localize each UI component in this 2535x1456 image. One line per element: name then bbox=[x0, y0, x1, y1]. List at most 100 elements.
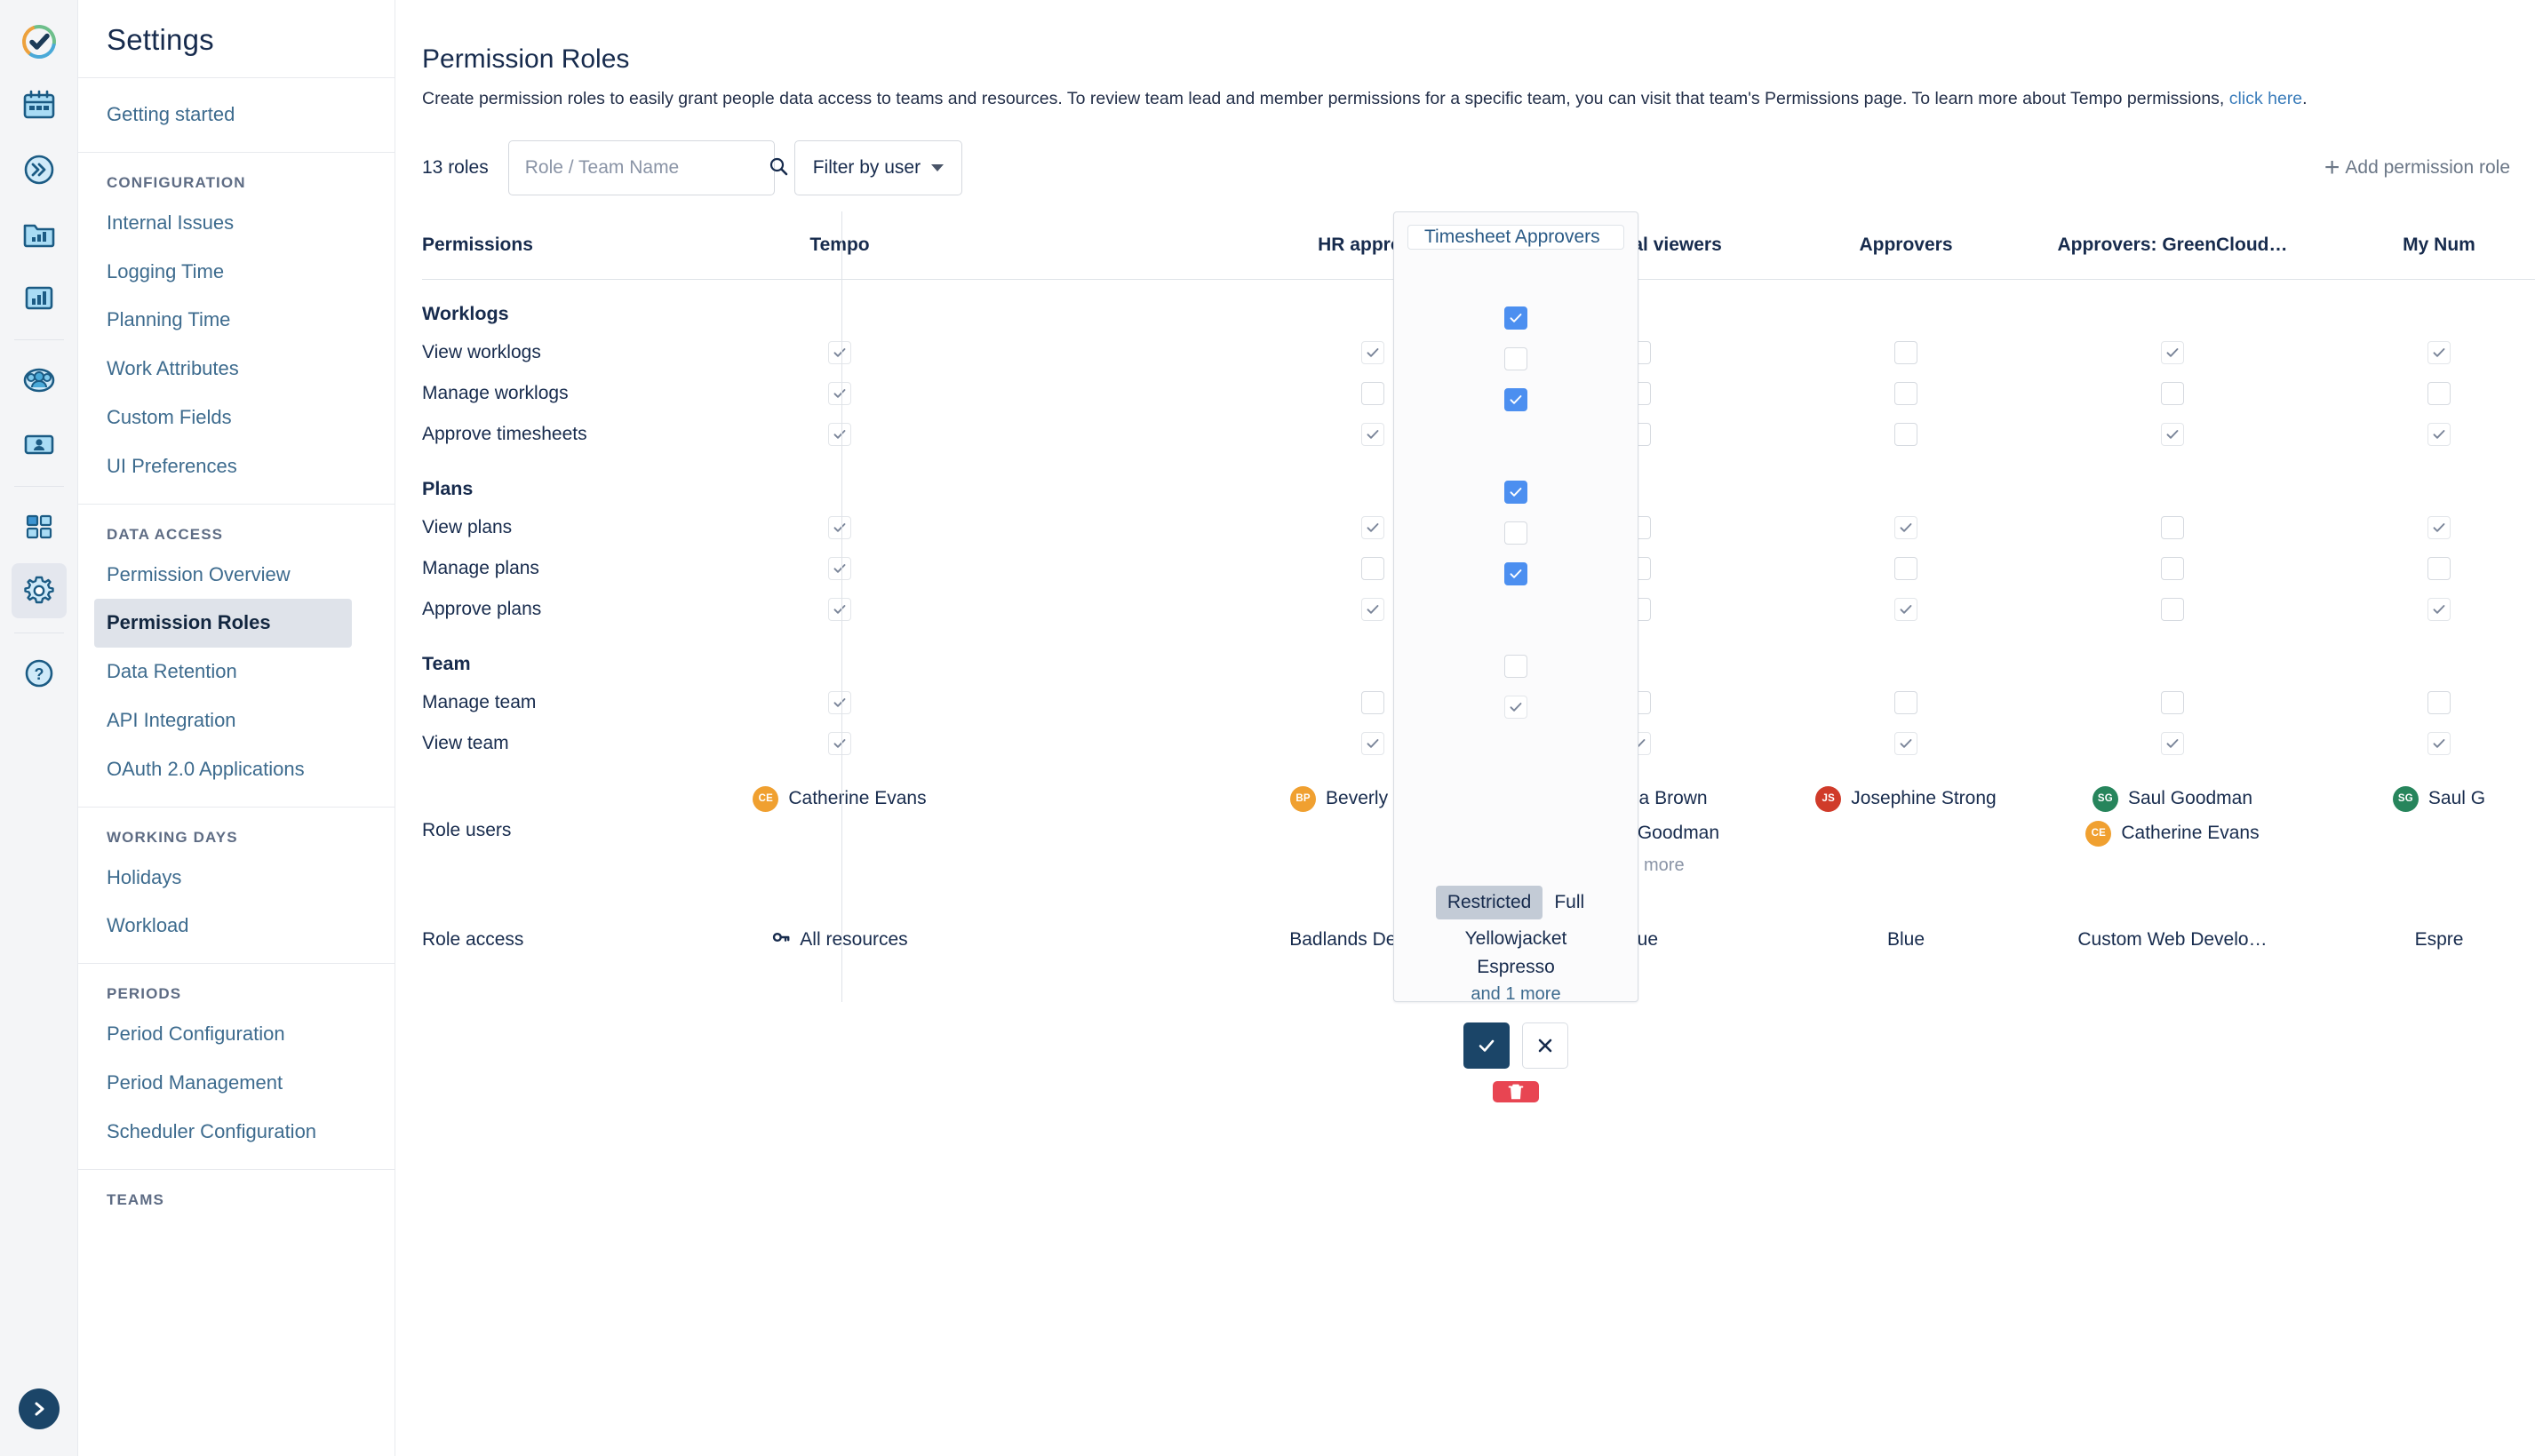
permission-cell bbox=[1773, 732, 2039, 755]
sidebar-item-getting-started[interactable]: Getting started bbox=[78, 85, 395, 139]
add-permission-role-button[interactable]: + Add permission role bbox=[2324, 140, 2510, 195]
checkbox-checked bbox=[2427, 732, 2451, 755]
check-icon bbox=[832, 601, 848, 617]
sidebar-item-permission-roles[interactable]: Permission Roles bbox=[94, 599, 352, 648]
search-icon bbox=[768, 155, 789, 181]
list-item: CECatherine Evans bbox=[753, 786, 926, 812]
bar-chart-icon[interactable] bbox=[12, 270, 67, 325]
sidebar-item-planning-time[interactable]: Planning Time bbox=[78, 296, 395, 345]
rail-divider-2 bbox=[14, 486, 64, 487]
checkbox-checked bbox=[828, 732, 851, 755]
checkbox-checked bbox=[1894, 732, 1917, 755]
checkbox-checked bbox=[1361, 341, 1384, 364]
edit-permission-cell bbox=[1394, 379, 1638, 420]
help-icon[interactable]: ? bbox=[12, 646, 67, 701]
table-vertical-divider bbox=[841, 211, 842, 1002]
gear-icon[interactable] bbox=[12, 563, 67, 618]
permission-cell bbox=[2306, 423, 2535, 446]
search-input[interactable] bbox=[523, 156, 768, 179]
role-name-field[interactable] bbox=[1407, 225, 1624, 250]
roles-count: 13 roles bbox=[422, 157, 489, 179]
teams-icon[interactable] bbox=[12, 353, 67, 408]
role-access-value: Espre bbox=[2415, 927, 2464, 952]
edit-permission-cell bbox=[1394, 513, 1638, 553]
check-icon bbox=[2164, 426, 2180, 442]
learn-more-link[interactable]: click here bbox=[2229, 89, 2302, 108]
column-header-approvers[interactable]: Approvers bbox=[1773, 211, 2039, 279]
resources-more-link[interactable]: and 1 more bbox=[1471, 984, 1560, 1005]
folder-reports-icon[interactable] bbox=[12, 206, 67, 261]
permission-cell bbox=[2039, 516, 2306, 539]
role-access-value: Blue bbox=[1887, 927, 1925, 952]
checkbox-checked[interactable] bbox=[1504, 481, 1527, 504]
sidebar-item-permission-overview[interactable]: Permission Overview bbox=[78, 551, 395, 600]
check-icon bbox=[1476, 1035, 1497, 1056]
column-header-tempo[interactable]: Tempo bbox=[706, 211, 973, 279]
checkbox-checked[interactable] bbox=[1504, 562, 1527, 585]
sidebar-item-oauth-applications[interactable]: OAuth 2.0 Applications bbox=[78, 745, 395, 794]
search-box[interactable] bbox=[508, 140, 775, 195]
checkbox-checked bbox=[1894, 516, 1917, 539]
sidebar-item-ui-preferences[interactable]: UI Preferences bbox=[78, 442, 395, 491]
grid-apps-icon[interactable] bbox=[12, 499, 67, 554]
sidebar-item-work-attributes[interactable]: Work Attributes bbox=[78, 345, 395, 394]
role-access-cell: Blue bbox=[1773, 927, 2039, 952]
permission-label: Manage team bbox=[422, 692, 680, 713]
confirm-button[interactable] bbox=[1463, 1022, 1510, 1069]
role-access-text: Blue bbox=[1887, 929, 1925, 951]
column-header-timesheet-approvers[interactable] bbox=[973, 211, 1240, 279]
sidebar-item-api-integration[interactable]: API Integration bbox=[78, 696, 395, 745]
calendar-icon[interactable] bbox=[12, 78, 67, 133]
sidebar-item-workload[interactable]: Workload bbox=[78, 902, 395, 951]
key-icon bbox=[771, 927, 791, 952]
user-card-icon[interactable] bbox=[12, 417, 67, 472]
column-header-my-num[interactable]: My Num bbox=[2306, 211, 2535, 279]
delete-role-button[interactable] bbox=[1493, 1081, 1539, 1102]
trash-icon bbox=[1506, 1082, 1526, 1102]
collapse-sidebar-button[interactable] bbox=[19, 1388, 60, 1429]
role-edit-checkboxes bbox=[1394, 250, 1638, 886]
role-access-toggle: Restricted Full bbox=[1436, 886, 1596, 919]
access-option-restricted[interactable]: Restricted bbox=[1436, 886, 1543, 919]
permission-label: Approve timesheets bbox=[422, 424, 680, 445]
permission-cell bbox=[2039, 691, 2306, 714]
check-icon bbox=[832, 426, 848, 442]
sidebar-item-scheduler-configuration[interactable]: Scheduler Configuration bbox=[78, 1108, 395, 1157]
column-header-approvers-greencloud[interactable]: Approvers: GreenCloud… bbox=[2039, 211, 2306, 279]
permission-cell bbox=[706, 557, 973, 580]
check-icon bbox=[1365, 520, 1381, 536]
sidebar-item-internal-issues[interactable]: Internal Issues bbox=[78, 199, 395, 248]
list-item: SGSaul G bbox=[2393, 786, 2485, 812]
access-option-full[interactable]: Full bbox=[1543, 886, 1596, 919]
checkbox-checked[interactable] bbox=[1504, 306, 1527, 330]
permission-cell bbox=[2306, 341, 2535, 364]
role-users-cell: CECatherine Evans bbox=[706, 786, 973, 876]
checkbox-checked bbox=[1361, 516, 1384, 539]
sidebar-item-custom-fields[interactable]: Custom Fields bbox=[78, 394, 395, 442]
check-icon bbox=[2431, 520, 2447, 536]
sidebar-item-data-retention[interactable]: Data Retention bbox=[78, 648, 395, 696]
checkbox-checked bbox=[828, 598, 851, 621]
permission-cell bbox=[2306, 382, 2535, 405]
filter-by-user-button[interactable]: Filter by user bbox=[794, 140, 962, 195]
role-users-label: Role users bbox=[422, 820, 680, 841]
cancel-button[interactable] bbox=[1522, 1022, 1568, 1069]
check-icon bbox=[1898, 601, 1914, 617]
page-description-text: Create permission roles to easily grant … bbox=[422, 89, 2224, 108]
role-users-cell: JSJosephine Strong bbox=[1773, 786, 2039, 876]
checkbox-checked bbox=[2427, 423, 2451, 446]
checkbox-checked[interactable] bbox=[1504, 388, 1527, 411]
tempo-logo-icon[interactable] bbox=[12, 14, 67, 69]
avatar: CE bbox=[753, 786, 778, 812]
nav-group-data-access: DATA ACCESS bbox=[78, 505, 395, 551]
user-list: SGSaul G bbox=[2393, 786, 2485, 876]
permission-cell bbox=[2306, 598, 2535, 621]
sidebar-item-holidays[interactable]: Holidays bbox=[78, 854, 395, 903]
fast-forward-icon[interactable] bbox=[12, 142, 67, 197]
sidebar-item-period-configuration[interactable]: Period Configuration bbox=[78, 1010, 395, 1059]
role-name-input[interactable] bbox=[1423, 226, 1609, 249]
permission-cell bbox=[2306, 691, 2535, 714]
sidebar-item-period-management[interactable]: Period Management bbox=[78, 1059, 395, 1108]
sidebar-item-logging-time[interactable]: Logging Time bbox=[78, 248, 395, 297]
check-icon bbox=[2431, 736, 2447, 752]
